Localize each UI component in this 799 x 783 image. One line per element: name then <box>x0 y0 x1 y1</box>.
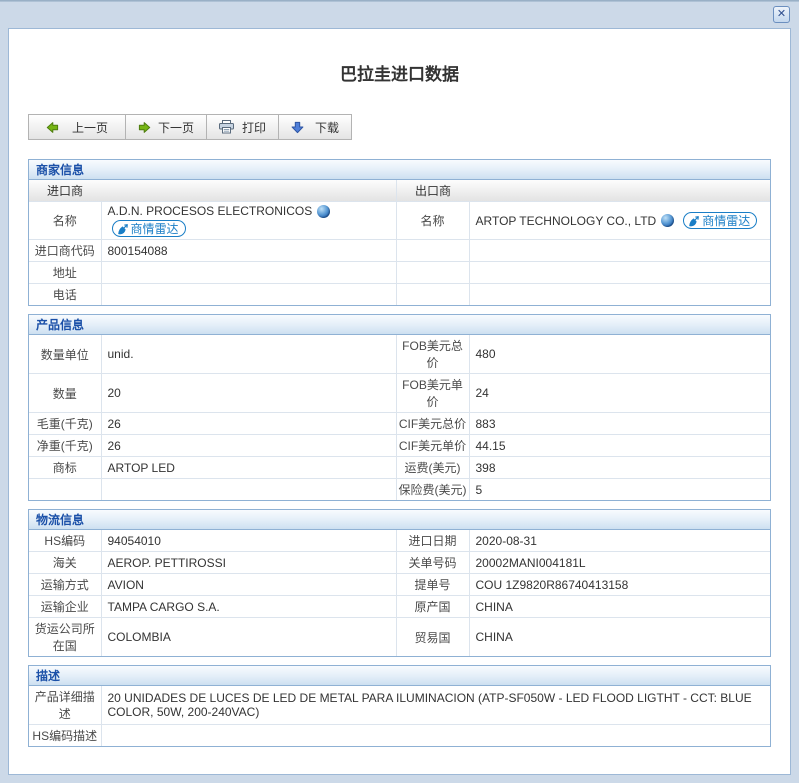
table-row: 地址 <box>29 262 770 284</box>
hs-description-label: HS编码描述 <box>29 725 101 747</box>
description-table: 产品详细描述 20 UNIDADES DE LUCES DE LED DE ME… <box>29 686 770 746</box>
prev-page-label: 上一页 <box>72 119 108 136</box>
section-title-merchant: 商家信息 <box>29 160 770 180</box>
close-icon: ✕ <box>777 8 786 20</box>
arrow-left-icon <box>46 121 59 134</box>
section-title-product: 产品信息 <box>29 315 770 335</box>
logistics-table: HS编码 94054010 进口日期 2020-08-31 海关 AEROP. … <box>29 530 770 656</box>
section-product-info: 产品信息 数量单位 unid. FOB美元总价 480 数量 20 FOB美元单… <box>28 314 771 501</box>
section-merchant-info: 商家信息 进口商 出口商 名称 A.D.N. PROCESOS ELECTRON… <box>28 159 771 306</box>
table-row: 电话 <box>29 284 770 306</box>
exporter-name-cell: ARTOP TECHNOLOGY CO., LTD 商情雷达 <box>469 202 770 240</box>
section-title-logistics: 物流信息 <box>29 510 770 530</box>
table-row: 数量单位 unid. FOB美元总价 480 <box>29 335 770 374</box>
prev-page-button[interactable]: 上一页 <box>28 114 126 140</box>
table-row: 货运公司所在国 COLOMBIA 贸易国 CHINA <box>29 618 770 657</box>
print-label: 打印 <box>242 119 266 136</box>
download-button[interactable]: 下载 <box>278 114 352 140</box>
table-row: 运输企业 TAMPA CARGO S.A. 原产国 CHINA <box>29 596 770 618</box>
product-description-label: 产品详细描述 <box>29 686 101 725</box>
table-row: HS编码描述 <box>29 725 770 747</box>
table-row: 名称 A.D.N. PROCESOS ELECTRONICOS 商情雷达 <box>29 202 770 240</box>
phone-label: 电话 <box>29 284 101 306</box>
radar-label: 商情雷达 <box>131 220 179 237</box>
next-page-label: 下一页 <box>158 119 194 136</box>
merchant-table: 进口商 出口商 名称 A.D.N. PROCESOS ELECTRONICOS <box>29 180 770 305</box>
next-page-button[interactable]: 下一页 <box>125 114 207 140</box>
table-row: 净重(千克) 26 CIF美元单价 44.15 <box>29 435 770 457</box>
satellite-dish-icon <box>688 215 700 227</box>
globe-icon[interactable] <box>661 214 674 227</box>
dialog-body: 巴拉圭进口数据 上一页 下一页 打印 下载 商家信息 <box>8 28 791 775</box>
product-table: 数量单位 unid. FOB美元总价 480 数量 20 FOB美元单价 24 … <box>29 335 770 500</box>
globe-icon[interactable] <box>317 205 330 218</box>
importer-header: 进口商 <box>29 182 101 199</box>
printer-icon <box>219 120 234 134</box>
print-button[interactable]: 打印 <box>206 114 279 140</box>
importer-name: A.D.N. PROCESOS ELECTRONICOS <box>108 204 313 218</box>
table-row: HS编码 94054010 进口日期 2020-08-31 <box>29 530 770 552</box>
download-label: 下载 <box>315 119 339 136</box>
address-value <box>101 262 396 284</box>
dialog-frame-top-edge <box>0 0 799 2</box>
merchant-header-row: 进口商 出口商 <box>29 180 770 202</box>
arrow-down-icon <box>291 121 304 134</box>
radar-label: 商情雷达 <box>702 212 750 229</box>
section-description: 描述 产品详细描述 20 UNIDADES DE LUCES DE LED DE… <box>28 665 771 747</box>
table-row: 海关 AEROP. PETTIROSSI 关单号码 20002MANI00418… <box>29 552 770 574</box>
importer-name-label: 名称 <box>29 202 101 240</box>
importer-code-label: 进口商代码 <box>29 240 101 262</box>
product-description-value: 20 UNIDADES DE LUCES DE LED DE METAL PAR… <box>101 686 770 725</box>
radar-button-importer[interactable]: 商情雷达 <box>112 220 186 237</box>
table-row: 毛重(千克) 26 CIF美元总价 883 <box>29 413 770 435</box>
table-row: 进口商代码 800154088 <box>29 240 770 262</box>
importer-name-cell: A.D.N. PROCESOS ELECTRONICOS 商情雷达 <box>101 202 396 240</box>
address-label: 地址 <box>29 262 101 284</box>
importer-code-value: 800154088 <box>101 240 396 262</box>
table-row: 运输方式 AVION 提单号 COU 1Z9820R86740413158 <box>29 574 770 596</box>
section-title-description: 描述 <box>29 666 770 686</box>
section-logistics-info: 物流信息 HS编码 94054010 进口日期 2020-08-31 海关 AE… <box>28 509 771 657</box>
hs-description-value <box>101 725 770 747</box>
close-button[interactable]: ✕ <box>773 6 790 23</box>
exporter-name: ARTOP TECHNOLOGY CO., LTD <box>476 214 657 228</box>
page-title: 巴拉圭进口数据 <box>9 63 790 87</box>
satellite-dish-icon <box>117 223 129 235</box>
phone-value <box>101 284 396 306</box>
arrow-right-icon <box>138 121 151 134</box>
table-row: 产品详细描述 20 UNIDADES DE LUCES DE LED DE ME… <box>29 686 770 725</box>
toolbar: 上一页 下一页 打印 下载 <box>28 114 352 140</box>
radar-button-exporter[interactable]: 商情雷达 <box>683 212 757 229</box>
table-row: 数量 20 FOB美元单价 24 <box>29 374 770 413</box>
exporter-header: 出口商 <box>397 182 470 199</box>
table-row: 商标 ARTOP LED 运费(美元) 398 <box>29 457 770 479</box>
exporter-name-label: 名称 <box>396 202 469 240</box>
table-row: 保险费(美元) 5 <box>29 479 770 501</box>
